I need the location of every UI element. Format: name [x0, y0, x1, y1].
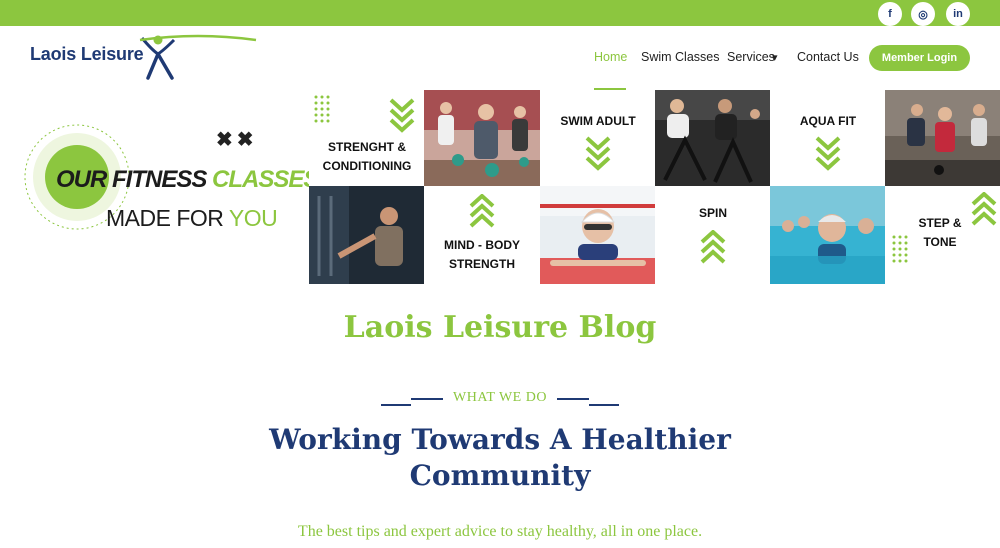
- banner-subheadline: MADE FOR YOU: [106, 205, 278, 231]
- tile-label: STRENGHT & CONDITIONING: [322, 140, 412, 173]
- chevrons-down-icon: [815, 136, 841, 171]
- nav-services[interactable]: Services: [727, 50, 775, 64]
- banner-headline: OUR FITNESS CLASSES: [56, 166, 319, 193]
- logo-swoosh-icon: [139, 34, 257, 42]
- chevrons-down-icon: [585, 136, 611, 171]
- chevrons-down-icon: [389, 98, 415, 133]
- tile-strength-conditioning[interactable]: STRENGHT & CONDITIONING: [309, 90, 425, 188]
- tile-label: MIND - BODY STRENGTH: [444, 238, 520, 271]
- tile-label: SPIN: [698, 206, 727, 220]
- dots-icon: [892, 235, 908, 263]
- top-bar: [0, 0, 1000, 26]
- chevrons-up-icon: [700, 230, 726, 264]
- nav-home[interactable]: Home: [594, 50, 627, 64]
- section-tagline: The best tips and expert advice to stay …: [297, 523, 703, 540]
- facebook-icon[interactable]: f: [878, 2, 902, 26]
- tile-label: AQUA FIT: [799, 114, 857, 128]
- decorative-x-marks: ✖✖: [216, 129, 258, 151]
- photo-swimmer: [540, 186, 656, 284]
- section-heading: Working Towards A Healthier Community: [269, 423, 731, 492]
- tile-label: SWIM ADULT: [560, 114, 636, 128]
- dots-icon: [314, 95, 330, 123]
- logo-text: Laois Leisure: [30, 44, 144, 64]
- photo-kettlebell-class: [885, 90, 1000, 188]
- tile-step-tone[interactable]: STEP & TONE: [885, 186, 1000, 284]
- photo-group-fitness: [424, 90, 540, 188]
- blog-title: Laois Leisure Blog: [343, 310, 657, 345]
- photo-gym-training: [309, 186, 425, 284]
- photo-aqua-fit: [770, 186, 886, 284]
- instagram-icon[interactable]: ◎: [911, 2, 935, 26]
- nav-swim-classes[interactable]: Swim Classes: [641, 50, 720, 64]
- tile-mind-body-strength[interactable]: MIND - BODY STRENGTH: [424, 186, 540, 284]
- tile-spin[interactable]: SPIN: [655, 186, 771, 284]
- tile-swim-adult[interactable]: SWIM ADULT: [540, 90, 656, 188]
- section-eyebrow: WHAT WE DO: [453, 390, 547, 405]
- member-login-button[interactable]: Member Login: [869, 45, 970, 71]
- tile-aqua-fit[interactable]: AQUA FIT: [770, 90, 886, 188]
- site-logo[interactable]: Laois Leisure: [28, 34, 257, 82]
- chevron-down-icon[interactable]: ▾: [772, 51, 778, 64]
- linkedin-icon[interactable]: in: [946, 2, 970, 26]
- chevrons-up-icon: [469, 194, 495, 228]
- nav-contact-us[interactable]: Contact Us: [797, 50, 859, 64]
- photo-spin-class: [655, 90, 771, 188]
